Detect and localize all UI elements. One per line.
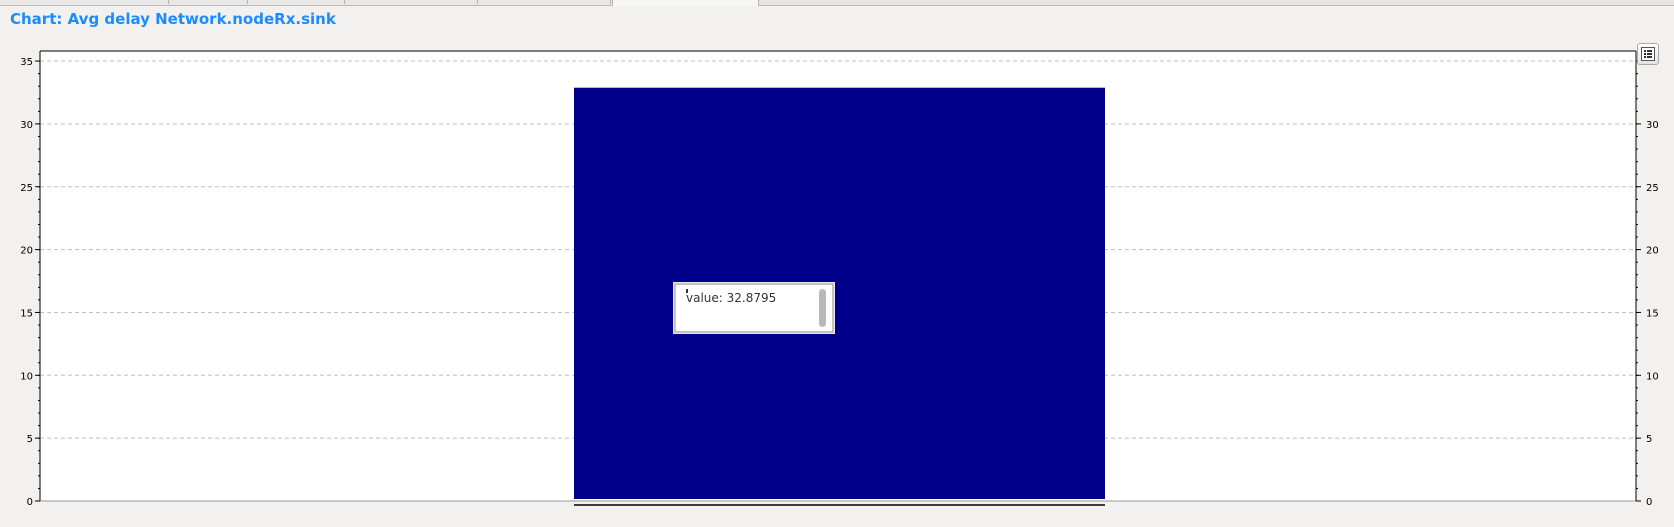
y-tick-label-left: 5: [27, 434, 33, 445]
tooltip-scrollbar[interactable]: [819, 289, 826, 327]
y-tick-label-right: 5: [1646, 434, 1652, 445]
y-tick-label-left: 30: [20, 120, 33, 131]
y-tick-label-right: 25: [1646, 183, 1659, 194]
bar-group: [574, 87, 1105, 506]
y-tick-label-left: 20: [20, 246, 33, 257]
y-tick-label-left: 35: [20, 57, 33, 68]
y-tick-label-right: 30: [1646, 120, 1659, 131]
legend-list-icon: [1641, 47, 1655, 61]
bar: [574, 87, 1105, 499]
y-tick-label-left: 0: [27, 497, 33, 508]
y-tick-label-left: 15: [20, 308, 33, 319]
y-tick-label-left: 25: [20, 183, 33, 194]
tooltip-text: value: 32.8795: [686, 291, 777, 305]
legend-toggle-button[interactable]: [1637, 43, 1659, 65]
y-tick-label-right: 10: [1646, 371, 1659, 382]
value-tooltip: value: 32.8795: [673, 282, 835, 334]
y-tick-label-right: 15: [1646, 308, 1659, 319]
chart-canvas: 0 0 5 5 10 10 15 15 20 20 25 25 30 30 35: [20, 50, 1659, 508]
y-tick-label-left: 10: [20, 371, 33, 382]
y-tick-label-right: 20: [1646, 246, 1659, 257]
y-tick-label-right: 0: [1646, 497, 1652, 508]
